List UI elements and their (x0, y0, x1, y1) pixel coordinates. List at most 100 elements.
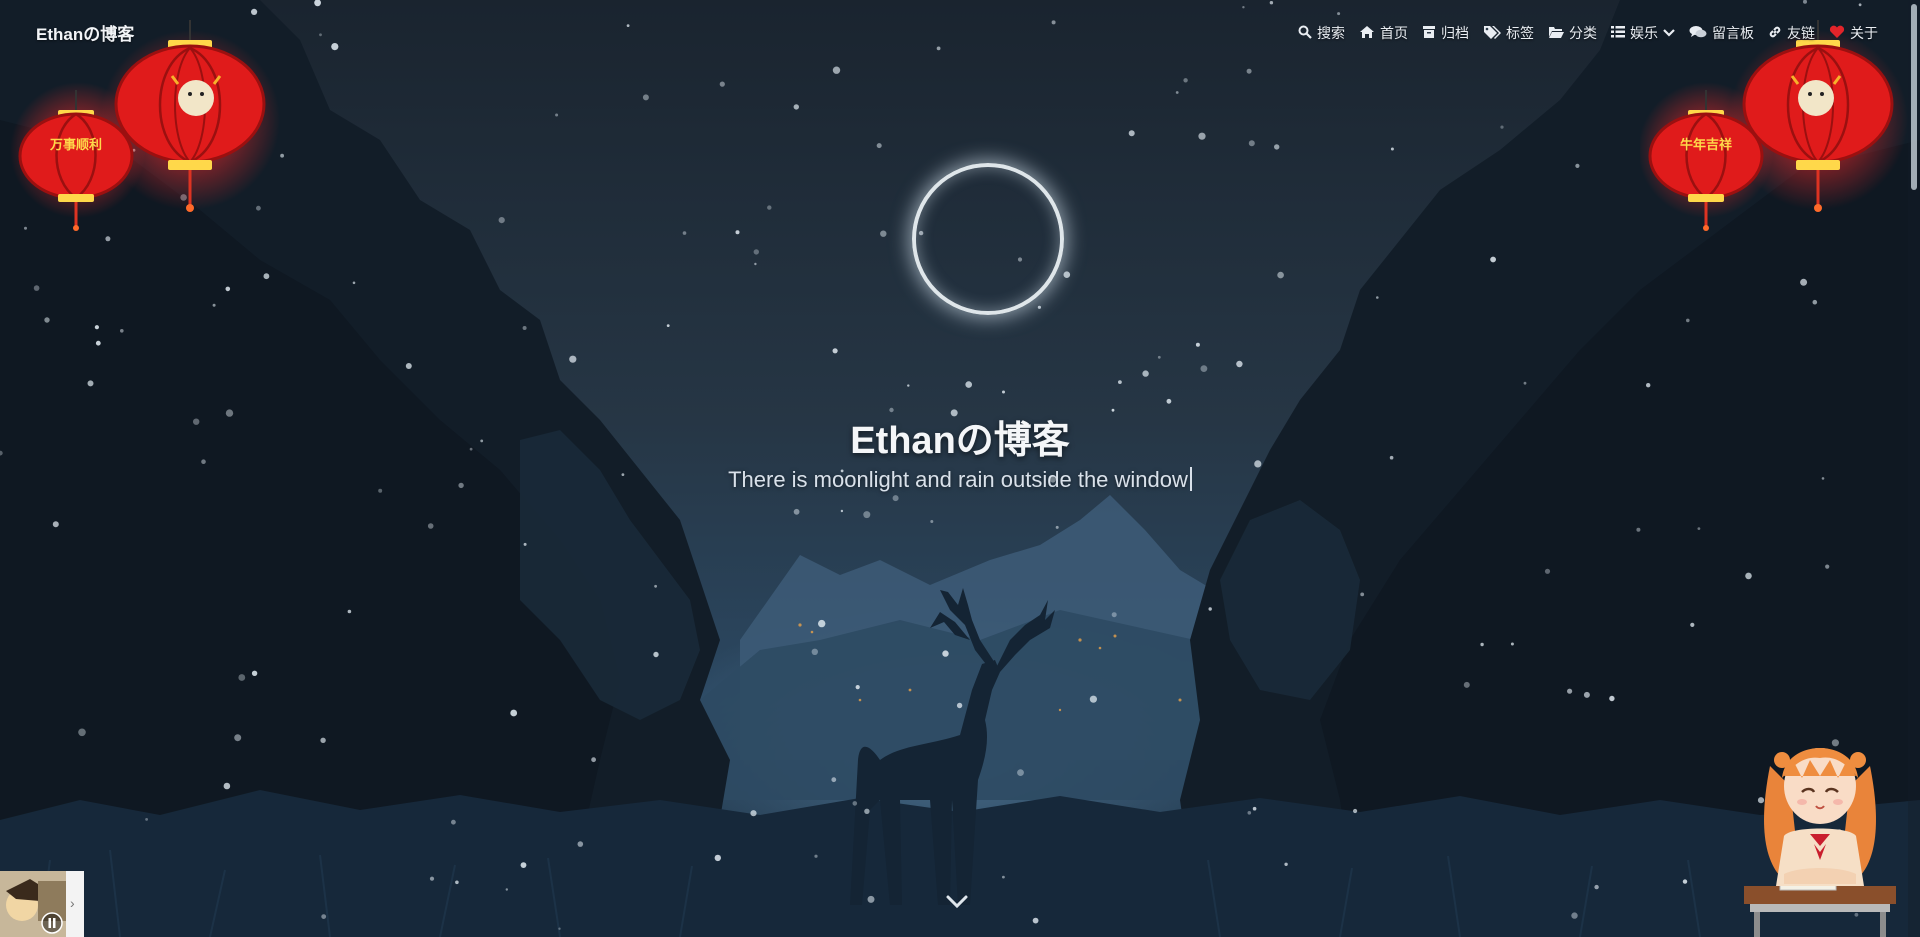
nav-item-label: 娱乐 (1630, 25, 1658, 41)
nav-menu: 搜索 首页 归档 标签 分类 娱乐 留言板 友链 关于 (1298, 20, 1878, 43)
snow-particle (78, 728, 86, 737)
snow-particle (145, 818, 149, 821)
snow-particle (880, 230, 887, 237)
snow-particle (867, 895, 875, 903)
folder-open-icon (1549, 26, 1564, 38)
snow-particle (654, 584, 657, 588)
snow-particle (591, 757, 596, 763)
player-expand-icon[interactable]: › (70, 895, 75, 911)
snow-particle (818, 619, 826, 628)
search-icon (1298, 25, 1312, 39)
snow-particle (1236, 360, 1243, 368)
snow-particle (1063, 271, 1071, 279)
snow-particle (120, 329, 124, 333)
snow-particle (1353, 808, 1358, 814)
snow-particle (498, 217, 505, 224)
snow-particle (1128, 130, 1135, 137)
snow-particle (1567, 688, 1573, 694)
tags-icon (1484, 25, 1501, 39)
nav-item-archive[interactable]: 归档 (1422, 20, 1469, 43)
snow-particle (451, 819, 456, 825)
snow-particle (1376, 296, 1379, 299)
snow-particle (1002, 390, 1005, 394)
snow-particle (719, 81, 725, 87)
snow-particle (1175, 91, 1179, 94)
nav-item-home[interactable]: 首页 (1359, 20, 1408, 43)
snow-particle (956, 702, 963, 709)
snow-particle (892, 495, 899, 502)
ox-mascot-icon (1798, 80, 1834, 116)
snow-particle (767, 205, 772, 210)
snow-particle (1284, 862, 1288, 866)
nav-item-guestbook[interactable]: 留言板 (1689, 20, 1754, 43)
hero-subtitle: There is moonlight and rain outside the … (0, 467, 1920, 493)
snow-particle (863, 511, 871, 519)
lantern-right-text: 牛年吉祥 (1679, 137, 1732, 152)
snow-particle (223, 782, 231, 790)
snow-particle (1575, 163, 1580, 168)
snow-particle (1646, 383, 1651, 388)
snow-particle (855, 685, 860, 690)
snow-particle (793, 104, 799, 110)
live2d-mascot[interactable] (1740, 726, 1910, 937)
nav-item-label: 留言板 (1712, 25, 1754, 41)
home-icon (1360, 25, 1374, 38)
snow-particle (1248, 140, 1255, 147)
snow-particle (569, 355, 577, 363)
snow-particle (1195, 342, 1200, 347)
snow-particle (577, 841, 584, 847)
nav-item-links[interactable]: 友链 (1768, 20, 1815, 43)
snow-particle (33, 285, 40, 291)
snow-particle (1208, 607, 1212, 611)
snow-particle (347, 609, 352, 614)
snow-particle (1089, 695, 1097, 703)
snow-particle (1544, 568, 1551, 574)
snow-particle (1002, 875, 1005, 879)
snow-particle (52, 521, 59, 528)
snow-particle (965, 381, 972, 388)
snow-particle (930, 520, 934, 523)
nav-item-label: 友链 (1787, 25, 1815, 41)
snow-particle (1825, 564, 1830, 569)
nav-item-label: 分类 (1569, 25, 1597, 41)
snow-particle (864, 808, 870, 814)
snow-particle (653, 651, 659, 658)
snow-particle (429, 876, 435, 881)
snow-particle (1247, 811, 1252, 815)
nav-item-label: 归档 (1441, 25, 1469, 41)
snow-particle (831, 777, 837, 783)
ox-mascot-icon (178, 80, 214, 116)
scroll-down-chevron-icon[interactable] (943, 888, 971, 916)
snow-particle (44, 317, 50, 323)
snow-particle (1246, 68, 1252, 74)
snow-particle (87, 380, 94, 387)
snow-particle (1118, 380, 1122, 384)
snow-particle (1686, 318, 1690, 323)
music-player[interactable]: › (0, 871, 84, 937)
snow-particle (840, 509, 844, 513)
nav-item-categories[interactable]: 分类 (1548, 20, 1597, 43)
snow-particle (682, 231, 687, 235)
page-scrollbar[interactable] (1908, 0, 1920, 937)
nav-item-entertainment[interactable]: 娱乐 (1611, 20, 1675, 43)
snow-particle (251, 670, 258, 676)
album-cover[interactable] (0, 871, 66, 937)
nav-item-about[interactable]: 关于 (1829, 20, 1878, 43)
snow-particle (1032, 917, 1039, 924)
hero-subtitle-text: There is moonlight and rain outside the … (728, 467, 1188, 492)
snow-particle (1812, 299, 1818, 305)
snow-particle (558, 927, 561, 930)
snow-particle (1166, 398, 1172, 404)
site-brand[interactable]: Ethanの博客 (36, 20, 134, 45)
snow-particle (1510, 642, 1514, 646)
nav-item-search[interactable]: 搜索 (1298, 20, 1345, 43)
snow-particle (523, 542, 527, 546)
snow-particle (238, 674, 246, 681)
snow-particle (1594, 884, 1599, 890)
snow-particle (555, 113, 559, 117)
snow-particle (212, 303, 216, 307)
snow-particle (1037, 305, 1041, 309)
snow-particle (832, 348, 838, 354)
heart-icon (1829, 25, 1845, 38)
nav-item-tags[interactable]: 标签 (1483, 20, 1534, 43)
